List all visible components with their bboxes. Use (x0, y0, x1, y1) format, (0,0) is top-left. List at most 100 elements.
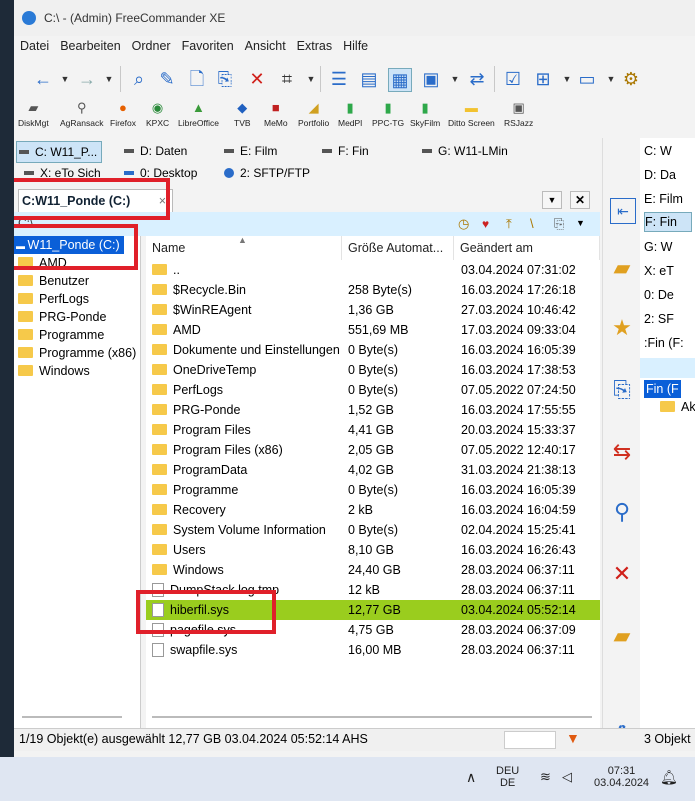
forward-arrow-icon[interactable]: → (76, 68, 98, 90)
show-hidden-icons-icon[interactable]: ∧ (466, 769, 476, 786)
file-row[interactable]: .. 03.04.2024 07:31:02 (146, 260, 600, 280)
tree-item-windows[interactable]: Windows (18, 362, 90, 380)
right-sftp[interactable]: 2: SF (644, 310, 674, 328)
file-row[interactable]: PRG-Ponde 1,52 GB 16.03.2024 17:55:55 (146, 400, 600, 420)
details-view-icon[interactable]: ▤ (358, 68, 380, 90)
right-tab[interactable]: :Fin (F: (644, 334, 684, 352)
edit-pencil-icon[interactable]: ✎ (156, 68, 178, 90)
file-row[interactable]: Programme 0 Byte(s) 16.03.2024 16:05:39 (146, 480, 600, 500)
file-row[interactable]: AMD 551,69 MB 17.03.2024 09:33:04 (146, 320, 600, 340)
file-row[interactable]: Users 8,10 GB 16.03.2024 16:26:43 (146, 540, 600, 560)
launcher-skyfilm[interactable]: ▮ SkyFilm (410, 100, 440, 128)
history-icon[interactable]: ◷ (458, 216, 474, 232)
launcher-kpxc[interactable]: ◉ KPXC (146, 100, 169, 128)
favorites-star-icon[interactable]: ★ (610, 316, 634, 340)
tree-item-benutzer[interactable]: Benutzer (18, 272, 89, 290)
settings-icon[interactable]: ⚙ (620, 68, 642, 90)
binoculars-icon[interactable]: ⌗ (276, 68, 298, 90)
column-header-name[interactable]: Name ▲ (146, 235, 342, 260)
root-folder-icon[interactable]: \ (530, 216, 546, 232)
file-row[interactable]: Windows 24,40 GB 28.03.2024 06:37:11 (146, 560, 600, 580)
layout-dropdown-icon[interactable]: ▼ (556, 68, 578, 90)
forward-dropdown-icon[interactable]: ▼ (98, 68, 120, 90)
right-drive-c[interactable]: C: W (644, 142, 672, 160)
copy-path-icon[interactable]: ⎘ (554, 216, 570, 232)
list-view-icon[interactable]: ▦ (388, 68, 412, 92)
filter-input[interactable] (504, 731, 556, 749)
drive-button-c[interactable]: C: W11_P... (16, 141, 103, 163)
menu-ansicht[interactable]: Ansicht (239, 36, 291, 53)
file-row[interactable]: OneDriveTemp 0 Byte(s) 16.03.2024 17:38:53 (146, 360, 600, 380)
tree-item-programme-x86[interactable]: Programme (x86) (18, 344, 136, 362)
launcher-ppc-tg[interactable]: ▮ PPC-TG (372, 100, 404, 128)
favorites-folder-icon[interactable]: ♥ (482, 216, 498, 232)
tree-item-programme[interactable]: Programme (18, 326, 104, 344)
copy-to-panel-icon[interactable]: ⎘ (610, 378, 634, 402)
launcher-portfolio[interactable]: ◢ Portfolio (298, 100, 329, 128)
view-dropdown-icon[interactable]: ▼ (444, 68, 466, 90)
tree-scrollbar[interactable] (22, 716, 122, 718)
file-row[interactable]: ProgramData 4,02 GB 31.03.2024 21:38:13 (146, 460, 600, 480)
right-desktop[interactable]: 0: De (644, 286, 674, 304)
swap-panels-icon[interactable]: ⇤ (610, 198, 636, 224)
drive-button-f[interactable]: F: Fin (320, 141, 369, 161)
clock[interactable]: 07:31 03.04.2024 (594, 765, 649, 789)
file-row[interactable]: Program Files (x86) 2,05 GB 07.05.2022 12:… (146, 440, 600, 460)
right-drive-e[interactable]: E: Film (644, 190, 683, 208)
search-icon[interactable]: ⌕ (128, 68, 150, 90)
new-file-icon[interactable]: 🗋 (186, 68, 208, 90)
launcher-tvb[interactable]: ◆ TVB (234, 100, 251, 128)
filter-icon[interactable]: ▼ (566, 730, 580, 746)
menu-extras[interactable]: Extras (291, 36, 337, 53)
checklist-icon[interactable]: ☑ (502, 68, 524, 90)
menu-favoriten[interactable]: Favoriten (176, 36, 239, 53)
file-row[interactable]: Program Files 4,41 GB 20.03.2024 15:33:37 (146, 420, 600, 440)
notification-bell-icon[interactable]: 🔔︎ (660, 769, 678, 786)
layout-icon[interactable]: ⊞ (532, 68, 554, 90)
file-row[interactable]: Recovery 2 kB 16.03.2024 16:04:59 (146, 500, 600, 520)
file-row[interactable]: Dokumente und Einstellungen 0 Byte(s) 16.0… (146, 340, 600, 360)
file-row[interactable]: $Recycle.Bin 258 Byte(s) 16.03.2024 17:26:… (146, 280, 600, 300)
column-header-date[interactable]: Geändert am (454, 236, 600, 260)
sync-icon[interactable]: ⇄ (466, 68, 488, 90)
file-row[interactable]: PerfLogs 0 Byte(s) 07.05.2022 07:24:50 (146, 380, 600, 400)
launcher-memo[interactable]: ■ MeMo (264, 100, 288, 128)
back-arrow-icon[interactable]: ← (32, 68, 54, 90)
launcher-firefox[interactable]: ● Firefox (110, 100, 136, 128)
right-tree-item[interactable]: Ak (660, 398, 695, 416)
launcher-diskmgt[interactable]: ▰ DiskMgt (18, 100, 49, 128)
move-to-panel-icon[interactable]: ⇆ (610, 440, 634, 464)
file-row[interactable]: System Volume Information 0 Byte(s) 02.04.… (146, 520, 600, 540)
launcher-medpl[interactable]: ▮ MedPl (338, 100, 362, 128)
launcher-agransack[interactable]: ⚲ AgRansack (60, 100, 103, 128)
right-drive-g[interactable]: G: W (644, 238, 672, 256)
back-dropdown-icon[interactable]: ▼ (54, 68, 76, 90)
sftp-button[interactable]: 2: SFTP/FTP (222, 163, 310, 183)
parent-folder-icon[interactable]: ⤒ (506, 216, 522, 232)
launcher-libreoffice[interactable]: ▲ LibreOffice (178, 100, 219, 128)
folder-sync-icon[interactable]: ▰ (610, 624, 634, 648)
launcher-rsjazz[interactable]: ▣ RSJazz (504, 100, 533, 128)
right-drive-f[interactable]: F: Fin (644, 212, 692, 232)
column-header-size[interactable]: Größe Automat... (342, 236, 454, 260)
wifi-icon[interactable]: ≋ (540, 769, 551, 785)
thumbnail-view-icon[interactable]: ▣ (420, 68, 442, 90)
menu-datei[interactable]: Datei (14, 36, 54, 53)
menu-hilfe[interactable]: Hilfe (337, 36, 373, 53)
search-icon[interactable]: ⚲ (610, 500, 634, 524)
drive-button-e[interactable]: E: Film (222, 141, 277, 161)
menu-ordner[interactable]: Ordner (126, 36, 176, 53)
screen-dropdown-icon[interactable]: ▼ (600, 68, 622, 90)
delete-icon[interactable]: ✕ (246, 68, 268, 90)
right-tree-root[interactable]: Fin (F (644, 380, 681, 398)
tree-view-icon[interactable]: ☰ (328, 68, 350, 90)
volume-icon[interactable]: ◁ (562, 769, 572, 785)
tree-item-perflogs[interactable]: PerfLogs (18, 290, 89, 308)
drive-button-d[interactable]: D: Daten (122, 141, 187, 161)
delete-icon[interactable]: ✕ (610, 562, 634, 586)
right-drive-x[interactable]: X: eT (644, 262, 674, 280)
path-dropdown-icon[interactable]: ▼ (576, 218, 585, 228)
right-drive-d[interactable]: D: Da (644, 166, 676, 184)
copy-file-icon[interactable]: ⎘ (214, 68, 236, 90)
language-indicator[interactable]: DEU DE (496, 765, 519, 789)
